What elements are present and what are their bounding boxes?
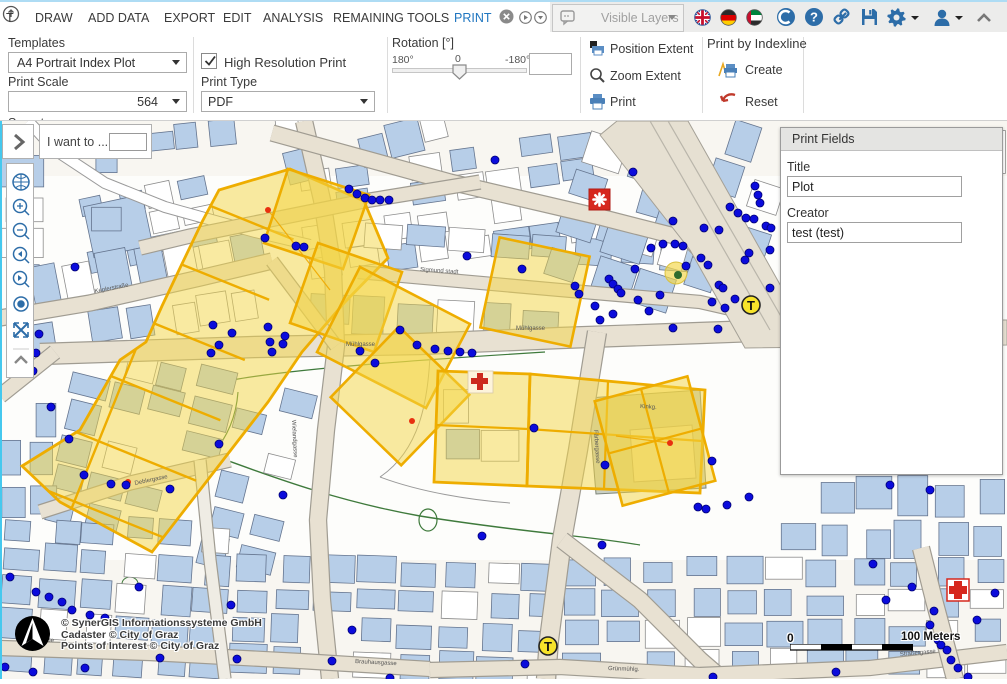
svg-text:Mühlgasse: Mühlgasse <box>516 326 546 332</box>
svg-text:Grünmühlg.: Grünmühlg. <box>608 666 640 673</box>
svg-text:T: T <box>747 298 755 313</box>
svg-text:Mühlgasse: Mühlgasse <box>346 342 376 348</box>
svg-text:T: T <box>544 639 552 654</box>
svg-text:?: ? <box>810 10 818 25</box>
svg-text:Kinkg.: Kinkg. <box>640 404 657 411</box>
